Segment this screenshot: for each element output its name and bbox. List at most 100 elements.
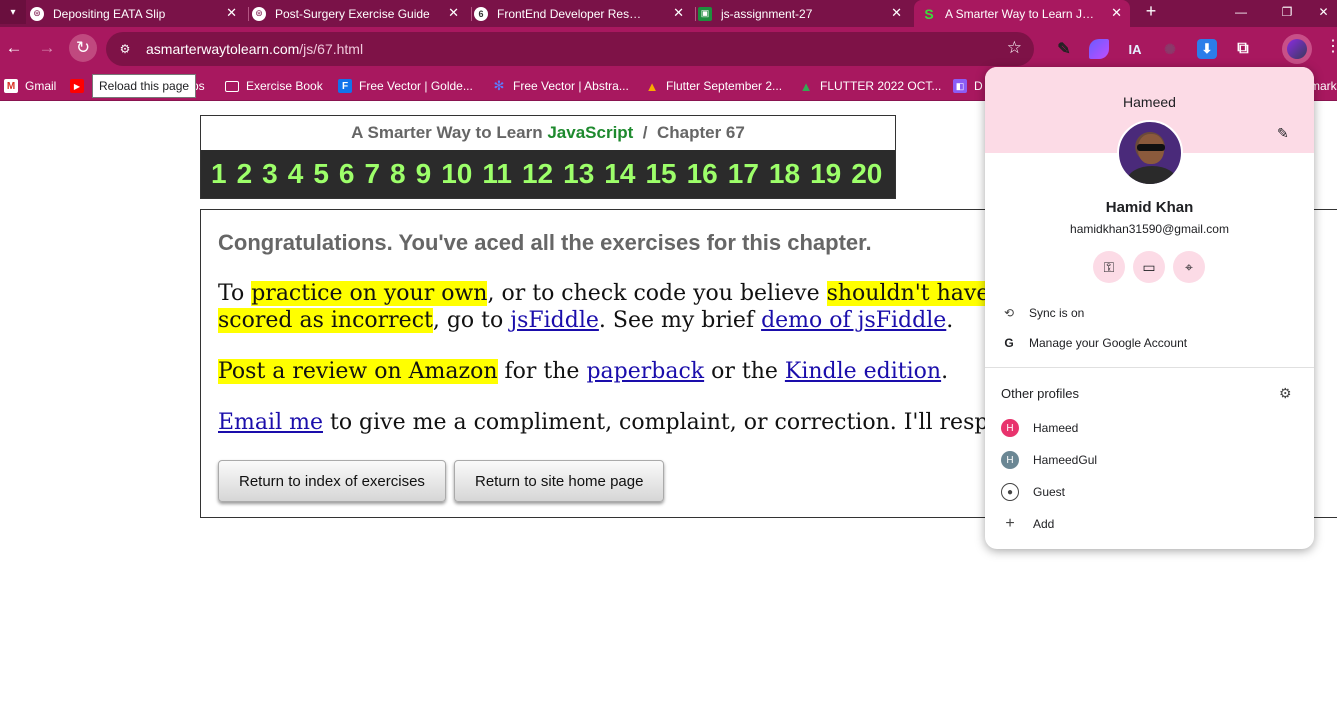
chapter-link[interactable]: 10 <box>441 158 472 190</box>
bookmark-flutter-september[interactable]: ▲ Flutter September 2... <box>645 78 783 94</box>
chapter-link[interactable]: 9 <box>416 158 432 190</box>
chapter-link[interactable]: 6 <box>339 158 355 190</box>
back-button[interactable]: ← <box>0 34 28 62</box>
bookmark-flutter-2022[interactable]: ▲ FLUTTER 2022 OCT... <box>799 78 942 94</box>
chapter-link[interactable]: 13 <box>563 158 594 190</box>
profile-guest[interactable]: ● Guest <box>1001 482 1065 502</box>
avatar: H <box>1001 419 1019 437</box>
chapter-link[interactable]: 15 <box>645 158 676 190</box>
sync-status-row[interactable]: ⟲ Sync is on <box>1001 303 1084 323</box>
review-paragraph: Post a review on Amazon for the paperbac… <box>218 359 949 384</box>
profile-avatar-button[interactable] <box>1282 34 1312 64</box>
eyedropper-extension-icon[interactable]: ✎ <box>1054 39 1074 59</box>
tab-title: js-assignment-27 <box>721 6 813 21</box>
location-pin-icon[interactable]: ⌖ <box>1173 251 1205 283</box>
purple-extension-icon[interactable] <box>1089 39 1109 59</box>
chapter-link[interactable]: 7 <box>364 158 380 190</box>
youtube-icon: ▶ <box>70 79 84 93</box>
restore-button[interactable]: ❐ <box>1264 0 1310 24</box>
chapter-link[interactable]: 2 <box>237 158 253 190</box>
forward-button[interactable]: → <box>33 34 61 62</box>
payment-card-icon[interactable]: ▭ <box>1133 251 1165 283</box>
chapter-link[interactable]: 4 <box>288 158 304 190</box>
plus-icon: + <box>1005 515 1015 532</box>
email-me-link[interactable]: Email me <box>218 410 323 435</box>
tab-strip: ▾ ⊛ Depositing EATA Slip ✕ ⊛ Post-Surger… <box>0 0 1337 27</box>
chapter-link[interactable]: 8 <box>390 158 406 190</box>
tab-depositing-eata[interactable]: ⊛ Depositing EATA Slip ✕ <box>30 0 245 27</box>
close-icon[interactable]: ✕ <box>891 6 902 20</box>
profile-label: Guest <box>1033 485 1066 499</box>
url-text[interactable]: asmarterwaytolearn.com/js/67.html <box>146 41 363 57</box>
bookmark-exercise-book[interactable]: Exercise Book <box>225 78 323 94</box>
tab-title: Post-Surgery Exercise Guide <box>275 6 430 21</box>
chapter-link[interactable]: 14 <box>604 158 635 190</box>
profile-hameedgul[interactable]: H HameedGul <box>1001 450 1097 470</box>
close-icon[interactable]: ✕ <box>448 6 459 20</box>
bookmark-gmail[interactable]: M Gmail <box>4 78 56 94</box>
minimize-button[interactable]: — <box>1218 0 1264 24</box>
chapter-link[interactable]: 17 <box>728 158 759 190</box>
extensions-puzzle-icon[interactable]: ⧉ <box>1233 39 1253 59</box>
chapter-link[interactable]: 18 <box>769 158 800 190</box>
kindle-link[interactable]: Kindle edition <box>785 359 941 384</box>
chapter-link[interactable]: 16 <box>687 158 718 190</box>
avatar <box>1117 120 1183 186</box>
chapter-link[interactable]: 3 <box>262 158 278 190</box>
profile-hameed[interactable]: H Hameed <box>1001 418 1078 438</box>
return-to-home-button[interactable]: Return to site home page <box>454 460 665 502</box>
address-bar[interactable]: ⚙ asmarterwaytolearn.com/js/67.html ☆ <box>106 32 1034 66</box>
jsfiddle-demo-link[interactable]: demo of jsFiddle <box>761 308 946 333</box>
manage-account-label: Manage your Google Account <box>1029 336 1188 350</box>
bookmark-star-icon[interactable]: ☆ <box>1007 38 1022 58</box>
new-tab-button[interactable]: + <box>1141 2 1161 22</box>
close-icon[interactable]: ✕ <box>226 6 237 20</box>
chapter-link[interactable]: 20 <box>851 158 882 190</box>
chapter-link[interactable]: 11 <box>482 158 512 190</box>
edit-pencil-icon[interactable]: ✎ <box>1277 125 1289 142</box>
jsfiddle-link[interactable]: jsFiddle <box>510 308 599 333</box>
gear-icon[interactable]: ⚙ <box>1279 385 1292 402</box>
avatar <box>1287 39 1307 59</box>
close-icon[interactable]: ✕ <box>673 6 684 20</box>
site-info-icon[interactable]: ⚙ <box>116 40 134 58</box>
paperback-link[interactable]: paperback <box>586 359 704 384</box>
tab-frontend-resume[interactable]: 6 FrontEnd Developer Resume ✕ <box>474 0 692 27</box>
tab-title: FrontEnd Developer Resume <box>497 6 647 21</box>
bookmark-free-vector-golden[interactable]: F Free Vector | Golde... <box>338 78 473 94</box>
reload-button[interactable]: ↻ <box>69 34 97 62</box>
manage-account-row[interactable]: G Manage your Google Account <box>1001 333 1187 353</box>
bookmark-d[interactable]: ◧ D <box>953 78 983 94</box>
ia-extension-icon[interactable]: IA <box>1125 39 1145 59</box>
google-drive-icon: ▲ <box>799 78 813 94</box>
close-icon[interactable]: ✕ <box>1111 6 1122 20</box>
dark-extension-icon[interactable]: ✺ <box>1160 39 1180 59</box>
tab-smarter-way[interactable]: S A Smarter Way to Learn Java ✕ <box>914 0 1130 27</box>
chapter-link[interactable]: 5 <box>313 158 329 190</box>
guest-user-icon: ● <box>1001 483 1019 501</box>
browser-menu-icon[interactable]: ⋮ <box>1325 39 1337 55</box>
tab-post-surgery[interactable]: ⊛ Post-Surgery Exercise Guide ✕ <box>252 0 467 27</box>
profile-label: HameedGul <box>1033 453 1098 467</box>
bookmark-youtube[interactable]: ▶ <box>70 78 91 94</box>
freepik-icon: F <box>338 79 352 93</box>
tab-js-assignment[interactable]: ▣ js-assignment-27 ✕ <box>698 0 910 27</box>
window-close-button[interactable]: ✕ <box>1310 0 1337 24</box>
sync-label: Sync is on <box>1029 306 1085 320</box>
avatar: H <box>1001 451 1019 469</box>
google-drive-icon: ▲ <box>645 78 659 94</box>
purple-app-icon: ◧ <box>953 79 967 93</box>
chapter-link[interactable]: 1 <box>211 158 227 190</box>
chapter-link[interactable]: 19 <box>810 158 841 190</box>
return-to-index-button[interactable]: Return to index of exercises <box>218 460 446 502</box>
tab-search-icon[interactable]: ▾ <box>0 0 26 24</box>
chapter-number-links: 1 2 3 4 5 6 7 8 9 10 11 12 13 14 15 16 1… <box>201 150 895 198</box>
bookmark-all-bookmarks[interactable]: marks <box>1310 78 1337 94</box>
profile-label: Hameed <box>1033 421 1079 435</box>
bookmark-label: marks <box>1310 79 1337 93</box>
download-icon[interactable]: ⬇ <box>1197 39 1217 59</box>
add-profile-button[interactable]: + Add <box>1001 514 1054 534</box>
bookmark-free-vector-abstract[interactable]: ✻ Free Vector | Abstra... <box>492 78 629 94</box>
password-key-icon[interactable]: ⚿ <box>1093 251 1125 283</box>
chapter-link[interactable]: 12 <box>522 158 553 190</box>
